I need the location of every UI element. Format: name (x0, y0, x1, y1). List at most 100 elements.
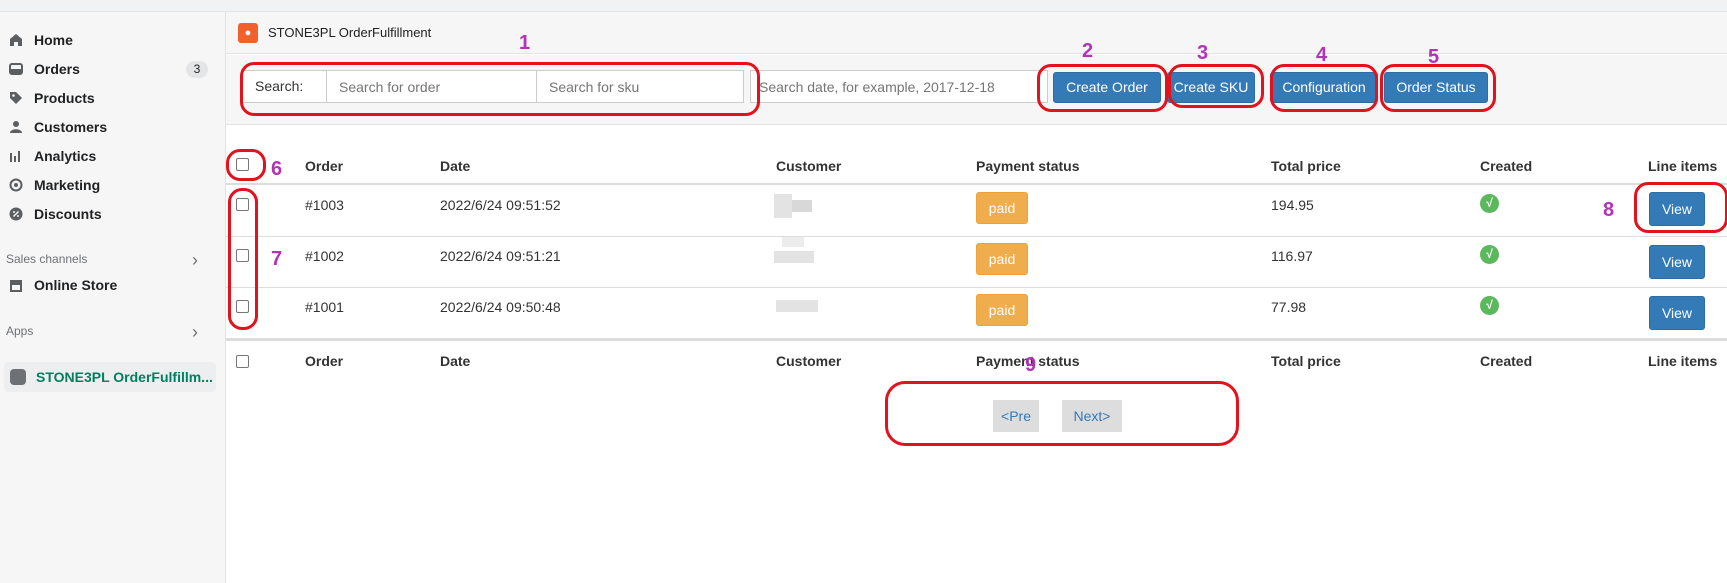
create-order-button[interactable]: Create Order (1053, 72, 1161, 103)
order-number[interactable]: #1002 (305, 248, 344, 264)
payment-status-badge: paid (976, 294, 1028, 326)
column-header-order: Order (305, 158, 344, 174)
order-search-input[interactable] (327, 71, 537, 102)
store-icon (8, 277, 24, 293)
tag-icon (8, 90, 24, 106)
column-footer-total-price: Total price (1271, 353, 1341, 369)
payment-status-badge: paid (976, 243, 1028, 275)
sidebar: Home Orders 3 Products Customers Analyti… (0, 12, 226, 583)
table-row: #1002 2022/6/24 09:51:21 paid 116.97 √ V… (226, 237, 1727, 288)
sidebar-item-label: Products (34, 90, 95, 106)
annotation-number: 6 (271, 158, 283, 180)
target-icon (8, 177, 24, 193)
order-status-button[interactable]: Order Status (1384, 72, 1488, 103)
home-icon (8, 32, 24, 48)
search-group: Search: (242, 70, 744, 103)
app-header: ● STONE3PL OrderFulfillment (226, 12, 1727, 54)
sidebar-item-label: Analytics (34, 148, 97, 164)
order-date: 2022/6/24 09:50:48 (440, 299, 561, 315)
column-footer-customer: Customer (776, 353, 842, 369)
sales-channels-title: Sales channels (6, 252, 88, 266)
app-title: STONE3PL OrderFulfillment (268, 25, 432, 40)
column-header-line-items: Line items (1648, 158, 1718, 174)
prev-page-button[interactable]: <Pre (993, 400, 1039, 432)
annotation-number: 3 (1197, 42, 1209, 64)
configuration-button[interactable]: Configuration (1270, 72, 1378, 103)
chevron-right-icon[interactable]: › (192, 251, 198, 269)
sidebar-item-home[interactable]: Home (8, 27, 218, 53)
column-footer-created: Created (1480, 353, 1533, 369)
next-page-button[interactable]: Next> (1062, 400, 1122, 432)
column-header-payment-status: Payment status (976, 158, 1080, 174)
toolbar: Search: Create Order Create SKU Configur… (226, 55, 1727, 125)
total-price: 77.98 (1271, 299, 1307, 315)
app-icon (10, 369, 26, 385)
total-price: 194.95 (1271, 197, 1314, 213)
annotation-number: 1 (519, 32, 531, 54)
order-number[interactable]: #1003 (305, 197, 344, 213)
order-date: 2022/6/24 09:51:21 (440, 248, 561, 264)
orders-count-badge: 3 (186, 61, 208, 78)
order-number[interactable]: #1001 (305, 299, 344, 315)
orders-icon (8, 61, 24, 77)
created-check-icon: √ (1480, 245, 1499, 264)
column-header-total-price: Total price (1271, 158, 1341, 174)
view-line-items-button[interactable]: View (1649, 245, 1705, 279)
discount-icon (8, 206, 24, 222)
created-check-icon: √ (1480, 194, 1499, 213)
view-line-items-button[interactable]: View (1649, 296, 1705, 330)
column-footer-order: Order (305, 353, 344, 369)
top-strip (0, 0, 1727, 12)
sidebar-item-customers[interactable]: Customers (8, 114, 218, 140)
select-all-checkbox[interactable] (236, 158, 249, 171)
select-all-checkbox-footer[interactable] (236, 355, 249, 368)
view-line-items-button[interactable]: View (1649, 192, 1705, 226)
annotation-number: 5 (1428, 46, 1440, 68)
annotation-number: 9 (1025, 354, 1037, 376)
sidebar-item-label: Online Store (34, 277, 118, 293)
sidebar-item-marketing[interactable]: Marketing (8, 172, 218, 198)
sidebar-item-active-app[interactable]: STONE3PL OrderFulfillm... (4, 362, 216, 392)
table-header: Order Date Customer Payment status Total… (226, 150, 1727, 185)
column-footer-date: Date (440, 353, 471, 369)
sidebar-item-label: Marketing (34, 177, 101, 193)
table-row: #1001 2022/6/24 09:50:48 paid 77.98 √ Vi… (226, 288, 1727, 339)
annotation-number: 4 (1316, 44, 1328, 66)
row-checkbox[interactable] (236, 198, 249, 211)
customer-name-redacted (792, 200, 812, 212)
sidebar-item-products[interactable]: Products (8, 85, 218, 111)
customer-name-redacted (782, 237, 804, 247)
annotation-number: 7 (271, 248, 283, 270)
column-footer-line-items: Line items (1648, 353, 1718, 369)
annotation-number: 8 (1603, 199, 1615, 221)
table-footer: Order Date Customer Payment status Total… (226, 339, 1727, 377)
bar-chart-icon (8, 148, 24, 164)
app-logo-icon: ● (238, 22, 258, 43)
chevron-right-icon[interactable]: › (192, 323, 198, 341)
person-icon (8, 119, 24, 135)
customer-name-redacted (776, 300, 818, 312)
sidebar-item-label: Discounts (34, 206, 102, 222)
search-label: Search: (243, 71, 327, 102)
sidebar-item-analytics[interactable]: Analytics (8, 143, 218, 169)
order-date: 2022/6/24 09:51:52 (440, 197, 561, 213)
sidebar-item-label: Orders (34, 61, 80, 77)
customer-name-redacted (774, 194, 792, 218)
row-checkbox[interactable] (236, 249, 249, 262)
sku-search-input[interactable] (537, 71, 743, 102)
total-price: 116.97 (1271, 248, 1313, 264)
date-search-input[interactable] (750, 70, 1048, 103)
sidebar-item-online-store[interactable]: Online Store (8, 272, 218, 298)
column-header-created: Created (1480, 158, 1533, 174)
table-row: #1003 2022/6/24 09:51:52 paid 194.95 √ V… (226, 186, 1727, 237)
column-header-date: Date (440, 158, 471, 174)
sidebar-item-orders[interactable]: Orders 3 (8, 56, 218, 82)
create-sku-button[interactable]: Create SKU (1167, 72, 1255, 103)
sidebar-item-label: Home (34, 32, 73, 48)
row-checkbox[interactable] (236, 300, 249, 313)
sidebar-item-label: STONE3PL OrderFulfillm... (36, 369, 213, 385)
sidebar-item-discounts[interactable]: Discounts (8, 201, 218, 227)
customer-name-redacted (774, 251, 814, 263)
apps-title: Apps (6, 324, 34, 338)
sidebar-item-label: Customers (34, 119, 108, 135)
